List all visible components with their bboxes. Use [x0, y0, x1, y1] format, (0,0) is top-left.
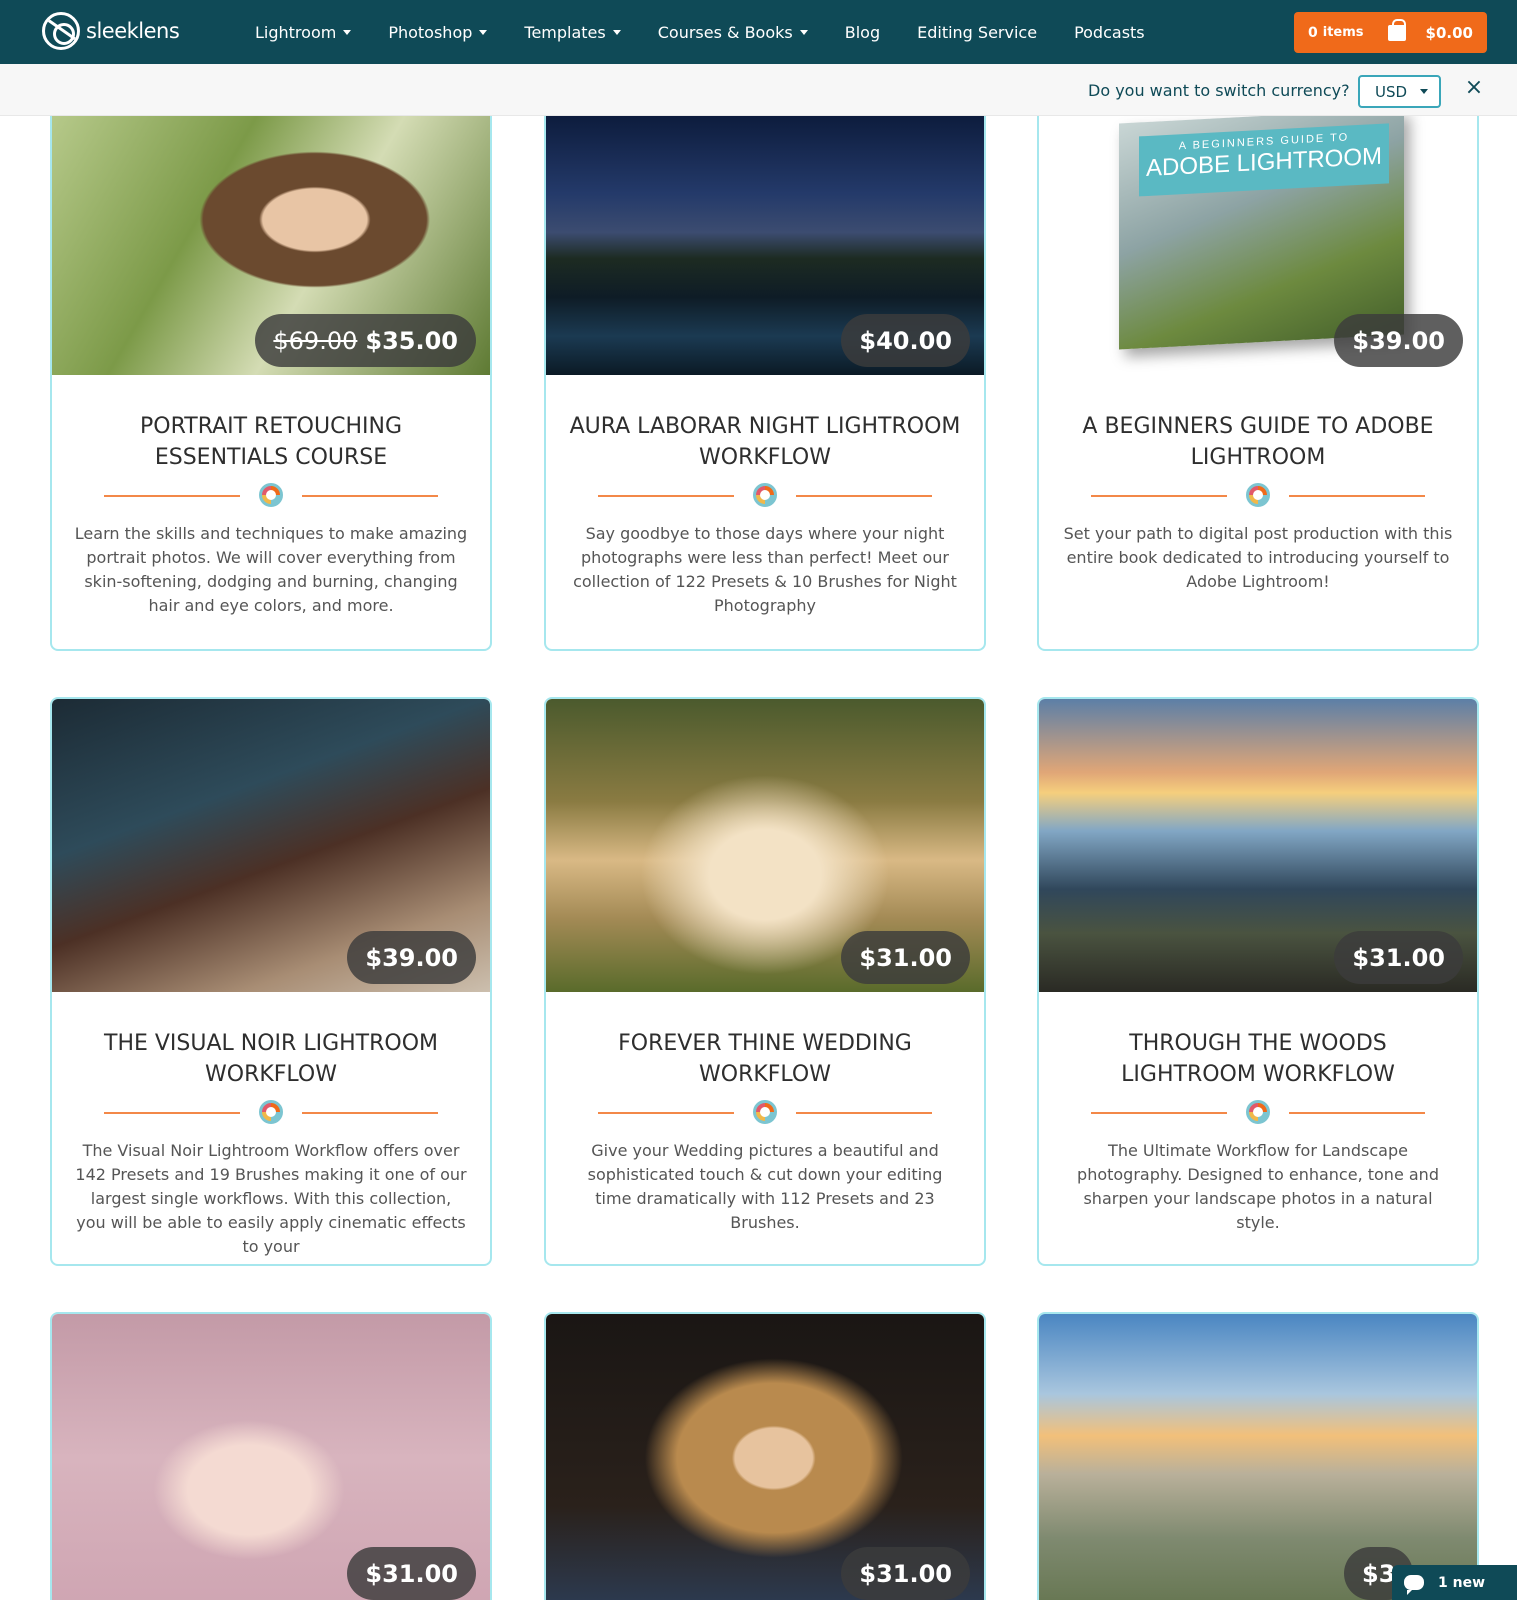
sale-price: $3: [1362, 1559, 1396, 1588]
price-badge: $39.00: [1334, 314, 1463, 367]
aperture-icon: [259, 1100, 283, 1124]
product-description: The Visual Noir Lightroom Workflow offer…: [75, 1141, 467, 1256]
chevron-down-icon: [343, 29, 352, 35]
currency-select[interactable]: USD: [1358, 75, 1441, 108]
title-divider: [1091, 483, 1425, 509]
product-title[interactable]: FOREVER THINE WEDDING WORKFLOW: [566, 1028, 964, 1090]
product-image[interactable]: [1039, 1314, 1477, 1600]
chevron-down-icon: [1420, 89, 1428, 94]
aperture-icon: [753, 483, 777, 507]
aperture-icon: [1246, 1100, 1270, 1124]
aperture-icon: [1246, 483, 1270, 507]
nav-courses-books[interactable]: Courses & Books: [658, 23, 808, 42]
cart-items-label: items: [1322, 25, 1364, 40]
product-card[interactable]: $69.00 $35.00 PORTRAIT RETOUCHING ESSENT…: [50, 116, 492, 651]
product-description: The Ultimate Workflow for Landscape phot…: [1077, 1141, 1439, 1232]
product-title[interactable]: PORTRAIT RETOUCHING ESSENTIALS COURSE: [72, 411, 470, 473]
price-badge: $31.00: [1334, 931, 1463, 984]
product-card[interactable]: $31.00: [544, 1312, 986, 1600]
aperture-icon: [259, 483, 283, 507]
nav-podcasts[interactable]: Podcasts: [1074, 23, 1145, 42]
nav-blog[interactable]: Blog: [845, 23, 880, 42]
title-divider: [104, 1100, 438, 1126]
product-title[interactable]: THE VISUAL NOIR LIGHTROOM WORKFLOW: [72, 1028, 470, 1090]
price-badge: $69.00 $35.00: [255, 314, 476, 367]
sleeklens-logo[interactable]: sleeklens: [42, 12, 180, 50]
currency-question: Do you want to switch currency?: [1088, 81, 1350, 100]
logo-text: sleeklens: [86, 19, 180, 43]
currency-switch-bar: Do you want to switch currency? USD ×: [0, 64, 1517, 116]
original-price: $69.00: [273, 326, 358, 355]
product-card[interactable]: $40.00 AURA LABORAR NIGHT LIGHTROOM WORK…: [544, 116, 986, 651]
price-badge: $31.00: [841, 931, 970, 984]
product-card[interactable]: A BEGINNERS GUIDE TO ADOBE LIGHTROOM $39…: [1037, 116, 1479, 651]
sale-price: $39.00: [1352, 326, 1445, 355]
product-description: Set your path to digital post production…: [1063, 524, 1453, 591]
product-card[interactable]: $3: [1037, 1312, 1479, 1600]
product-description: Say goodbye to those days where your nig…: [573, 524, 957, 615]
sale-price: $31.00: [859, 943, 952, 972]
shopping-bag-icon: [1387, 18, 1406, 41]
price-badge: $31.00: [347, 1547, 476, 1600]
price-badge: $39.00: [347, 931, 476, 984]
product-card[interactable]: $31.00 FOREVER THINE WEDDING WORKFLOW Gi…: [544, 697, 986, 1266]
title-divider: [1091, 1100, 1425, 1126]
chat-label: 1 new: [1438, 1574, 1486, 1591]
cart-total: $0.00: [1425, 23, 1473, 42]
sale-price: $40.00: [859, 326, 952, 355]
aperture-icon: [753, 1100, 777, 1124]
title-divider: [104, 483, 438, 509]
sale-price: $35.00: [365, 326, 458, 355]
currency-selected-value: USD: [1375, 82, 1408, 101]
product-card[interactable]: $31.00: [50, 1312, 492, 1600]
cart-button[interactable]: 0 items $0.00: [1294, 12, 1487, 53]
top-navigation-bar: sleeklens Lightroom Photoshop Templates …: [0, 0, 1517, 64]
price-badge: $31.00: [841, 1547, 970, 1600]
chat-bubble-icon: [1404, 1575, 1424, 1595]
cart-count: 0: [1308, 24, 1318, 41]
product-title[interactable]: A BEGINNERS GUIDE TO ADOBE LIGHTROOM: [1059, 411, 1457, 473]
sale-price: $31.00: [365, 1559, 458, 1588]
book-cover-title: A BEGINNERS GUIDE TO ADOBE LIGHTROOM: [1139, 123, 1389, 197]
sale-price: $31.00: [1352, 943, 1445, 972]
nav-templates[interactable]: Templates: [524, 23, 621, 42]
sale-price: $39.00: [365, 943, 458, 972]
product-description: Learn the skills and techniques to make …: [74, 524, 468, 615]
nav-photoshop[interactable]: Photoshop: [388, 23, 488, 42]
nav-lightroom[interactable]: Lightroom: [255, 23, 352, 42]
chevron-down-icon: [612, 29, 621, 35]
product-title[interactable]: AURA LABORAR NIGHT LIGHTROOM WORKFLOW: [566, 411, 964, 473]
chevron-down-icon: [479, 29, 488, 35]
product-title[interactable]: THROUGH THE WOODS LIGHTROOM WORKFLOW: [1059, 1028, 1457, 1090]
main-nav: Lightroom Photoshop Templates Courses & …: [255, 0, 1182, 64]
nav-editing-service[interactable]: Editing Service: [917, 23, 1037, 42]
chevron-down-icon: [799, 29, 808, 35]
product-card[interactable]: $31.00 THROUGH THE WOODS LIGHTROOM WORKF…: [1037, 697, 1479, 1266]
sale-price: $31.00: [859, 1559, 952, 1588]
close-icon[interactable]: ×: [1463, 77, 1485, 99]
price-badge: $40.00: [841, 314, 970, 367]
chat-widget[interactable]: 1 new: [1392, 1565, 1517, 1600]
product-description: Give your Wedding pictures a beautiful a…: [587, 1141, 943, 1232]
product-card[interactable]: $39.00 THE VISUAL NOIR LIGHTROOM WORKFLO…: [50, 697, 492, 1266]
aperture-icon: [42, 12, 80, 50]
title-divider: [598, 1100, 932, 1126]
title-divider: [598, 483, 932, 509]
